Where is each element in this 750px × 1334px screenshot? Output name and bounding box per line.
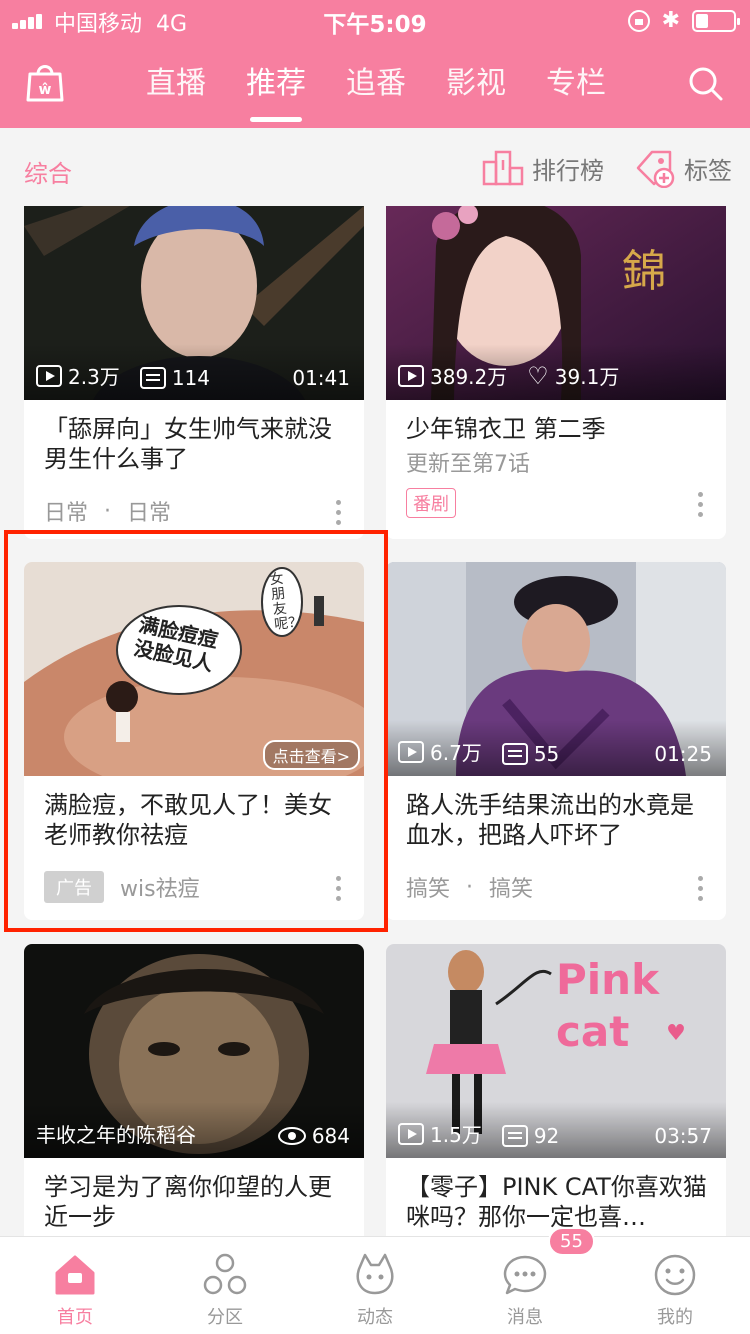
tab-film[interactable]: 影视	[426, 62, 526, 122]
video-title[interactable]: 路人洗手结果流出的水竟是血水，把路人吓坏了	[386, 776, 726, 858]
bottom-nav: 首页 分区 动态 消息 我的 55	[0, 1227, 750, 1334]
video-title[interactable]: 少年锦衣卫 第二季	[386, 400, 726, 446]
duration: 03:57	[654, 1124, 712, 1148]
ad-highlight-box	[4, 530, 388, 932]
shopping-bag-icon[interactable]: ŵ	[26, 62, 64, 102]
category-badge[interactable]: 番剧	[406, 488, 456, 518]
episode-info: 更新至第7话	[406, 452, 530, 477]
play-count-icon	[398, 740, 424, 763]
view-count-icon	[277, 1127, 306, 1145]
tab-anime[interactable]: 追番	[326, 62, 426, 122]
ranking-button[interactable]: 排行榜	[482, 148, 604, 188]
nav-home[interactable]: 首页	[0, 1237, 150, 1334]
svg-text:ŵ: ŵ	[39, 82, 52, 98]
video-title[interactable]: 学习是为了离你仰望的人更近一步	[24, 1158, 364, 1236]
category-tag[interactable]: 日常	[127, 495, 171, 527]
tag-icon	[636, 150, 675, 188]
profile-icon	[654, 1254, 696, 1296]
tab-recommend[interactable]: 推荐	[226, 62, 326, 122]
nav-category[interactable]: 分区	[150, 1237, 300, 1334]
nav-profile[interactable]: 我的	[600, 1237, 750, 1334]
uploader-caption: 丰收之年的陈稻谷	[36, 1123, 196, 1147]
more-options-icon[interactable]	[698, 876, 704, 902]
play-count-icon	[36, 364, 62, 387]
video-thumbnail[interactable]: 錦 389.2万 ♡ 39.1万	[386, 206, 726, 400]
video-thumbnail[interactable]: 丰收之年的陈稻谷 684	[24, 944, 364, 1158]
unread-badge: 55	[548, 1227, 595, 1256]
video-thumbnail[interactable]: 2.3万 114 01:41	[24, 206, 364, 400]
play-count-icon	[398, 1122, 424, 1145]
ranking-icon	[482, 150, 524, 186]
duration: 01:41	[292, 366, 350, 390]
search-icon[interactable]	[688, 66, 724, 102]
status-bar: 中国移动 4G 下午5:09 ✱	[0, 0, 750, 40]
home-icon	[55, 1255, 95, 1295]
sub-bar: 综合 排行榜 标签	[0, 128, 750, 206]
heart-icon: ♡	[527, 361, 549, 390]
video-card[interactable]: 2.3万 114 01:41 「舔屏向」女生帅气来就没男生什么事了 日常 · 日…	[24, 206, 364, 539]
category-tag[interactable]: 搞笑	[489, 871, 533, 903]
danmaku-icon	[139, 367, 166, 389]
video-card[interactable]: 6.7万 55 01:25 路人洗手结果流出的水竟是血水，把路人吓坏了 搞笑 ·…	[386, 562, 726, 920]
play-count-icon	[398, 364, 424, 387]
video-card[interactable]: 丰收之年的陈稻谷 684 学习是为了离你仰望的人更近一步	[24, 944, 364, 1236]
battery-icon	[692, 10, 740, 32]
message-icon	[503, 1255, 547, 1295]
danmaku-icon	[501, 743, 528, 765]
category-tag[interactable]: 搞笑	[406, 871, 450, 903]
more-options-icon[interactable]	[698, 492, 704, 518]
tab-live[interactable]: 直播	[126, 62, 226, 122]
top-header: 中国移动 4G 下午5:09 ✱ ŵ 直播 推荐 追番 影视 专栏	[0, 0, 750, 128]
category-icon	[203, 1253, 247, 1295]
top-tabs: 直播 推荐 追番 影视 专栏	[126, 62, 626, 122]
filter-all[interactable]: 综合	[24, 154, 72, 189]
danmaku-icon	[501, 1125, 528, 1147]
video-card[interactable]: 錦 389.2万 ♡ 39.1万 少年锦衣卫 第二季 更新至第7话 番剧	[386, 206, 726, 539]
video-card[interactable]: ♥ Pink cat 1.5万 92 03:57 【零子】PINK CAT你喜欢…	[386, 944, 726, 1236]
video-thumbnail[interactable]: ♥ Pink cat 1.5万 92 03:57	[386, 944, 726, 1158]
svg-text:錦: 錦	[622, 246, 666, 297]
tab-column[interactable]: 专栏	[526, 62, 626, 122]
video-title[interactable]: 【零子】PINK CAT你喜欢猫咪吗？那你一定也喜…	[386, 1158, 726, 1236]
more-options-icon[interactable]	[336, 500, 342, 526]
category-tag[interactable]: 日常	[44, 495, 88, 527]
moments-icon	[356, 1253, 394, 1295]
rotation-lock-icon	[627, 10, 650, 32]
video-title[interactable]: 「舔屏向」女生帅气来就没男生什么事了	[24, 400, 364, 482]
duration: 01:25	[654, 742, 712, 766]
tag-button[interactable]: 标签	[634, 148, 732, 188]
bluetooth-icon: ✱	[661, 8, 680, 33]
thumbnail-text: Pink cat	[556, 955, 660, 1056]
nav-moments[interactable]: 动态	[300, 1237, 450, 1334]
video-thumbnail[interactable]: 6.7万 55 01:25	[386, 562, 726, 776]
